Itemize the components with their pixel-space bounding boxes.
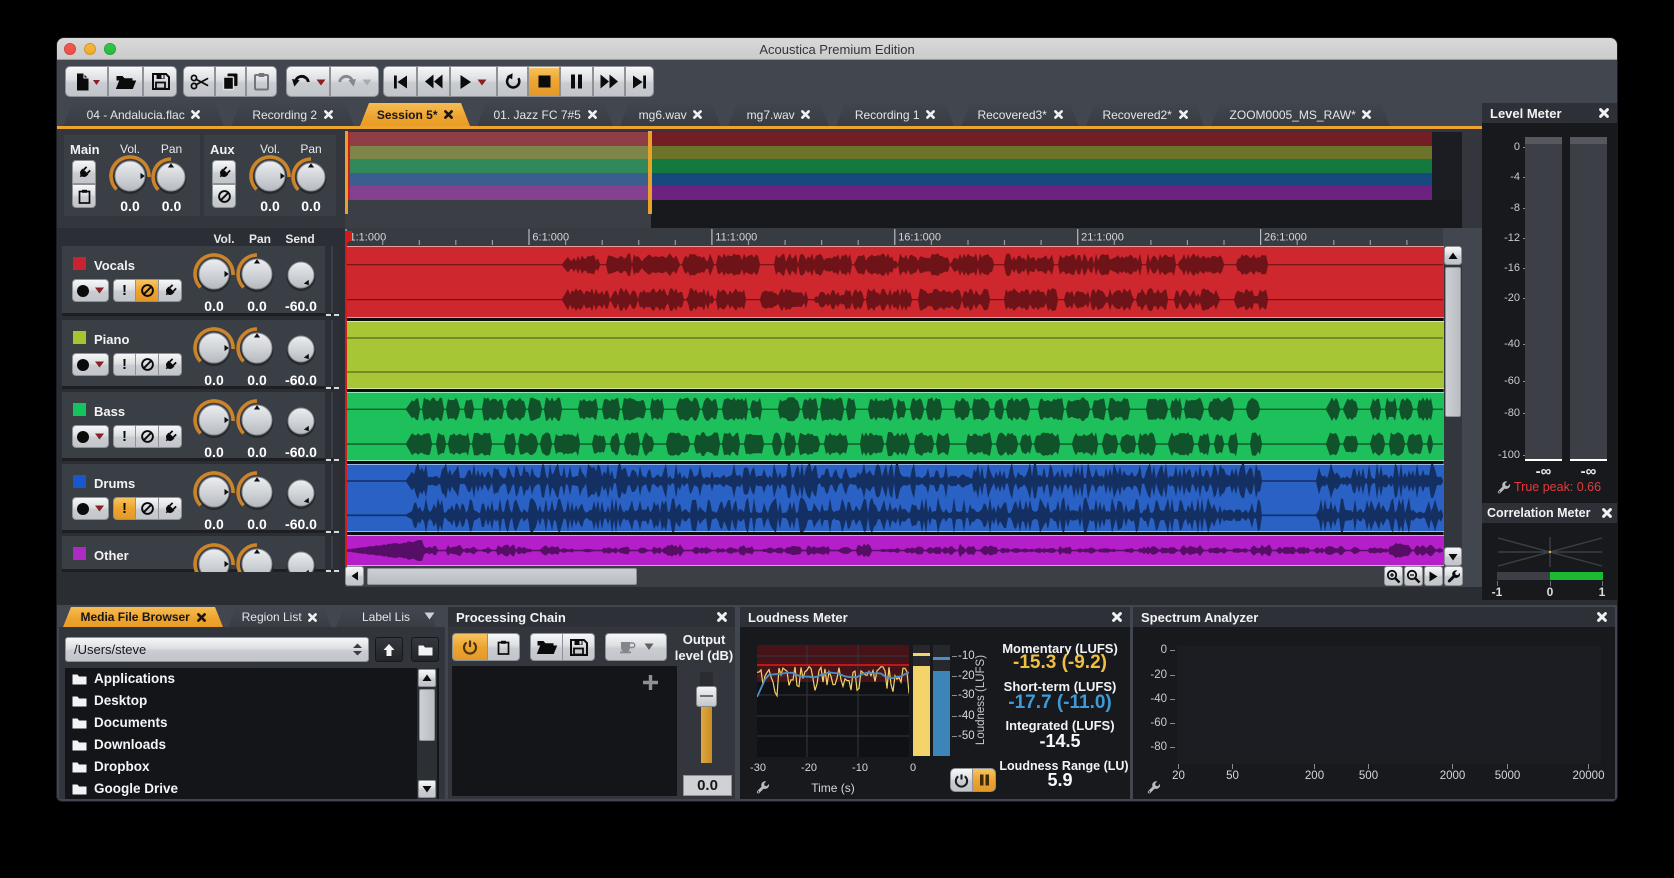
svg-text:16:1:000: 16:1:000: [898, 232, 941, 244]
svg-text:21:1:000: 21:1:000: [1081, 232, 1124, 244]
svg-text:26:1:000: 26:1:000: [1264, 232, 1307, 244]
svg-text:11:1:000: 11:1:000: [715, 232, 757, 244]
svg-text:1:1:000: 1:1:000: [350, 232, 387, 244]
svg-text:6:1:000: 6:1:000: [532, 232, 569, 244]
